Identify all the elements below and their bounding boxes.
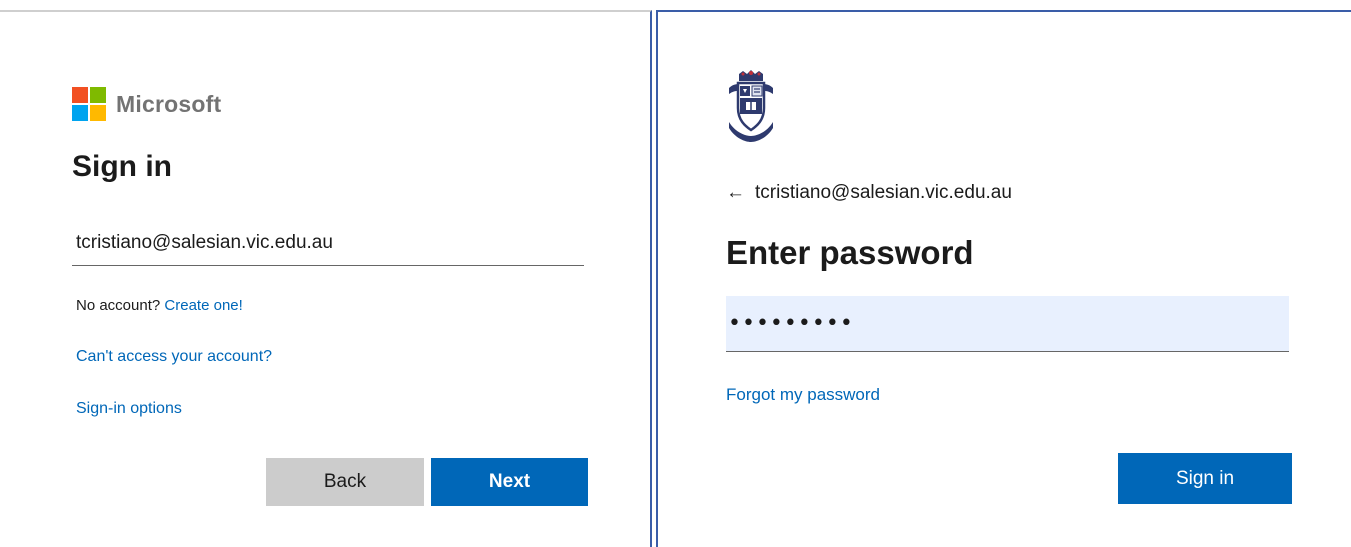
back-button[interactable]: Back: [266, 458, 424, 506]
page-title: Sign in: [72, 150, 172, 183]
identity-banner: ← tcristiano@salesian.vic.edu.au: [726, 182, 1012, 204]
arrow-left-icon[interactable]: ←: [726, 182, 745, 204]
identity-email: tcristiano@salesian.vic.edu.au: [755, 182, 1012, 203]
microsoft-logo-icon: [72, 87, 106, 121]
signin-options-link[interactable]: Sign-in options: [76, 400, 182, 418]
page-title: Enter password: [726, 234, 974, 271]
brand-name: Microsoft: [116, 90, 222, 117]
next-button[interactable]: Next: [431, 458, 588, 506]
signin-button[interactable]: Sign in: [1118, 453, 1292, 504]
password-input[interactable]: •••••••••: [726, 296, 1289, 352]
no-account-row: No account? Create one!: [76, 297, 243, 314]
cant-access-account-link[interactable]: Can't access your account?: [76, 348, 272, 366]
password-mask: •••••••••: [728, 311, 854, 336]
forgot-password-link[interactable]: Forgot my password: [726, 385, 880, 405]
create-account-link[interactable]: Create one!: [164, 297, 242, 314]
no-account-text: No account?: [76, 297, 161, 314]
password-panel: ← tcristiano@salesian.vic.edu.au Enter p…: [656, 10, 1351, 547]
email-input[interactable]: [72, 220, 584, 266]
microsoft-logo: Microsoft: [72, 87, 221, 121]
microsoft-signin-panel: Microsoft Sign in No account? Create one…: [0, 10, 652, 547]
school-crest-logo: [729, 70, 773, 142]
